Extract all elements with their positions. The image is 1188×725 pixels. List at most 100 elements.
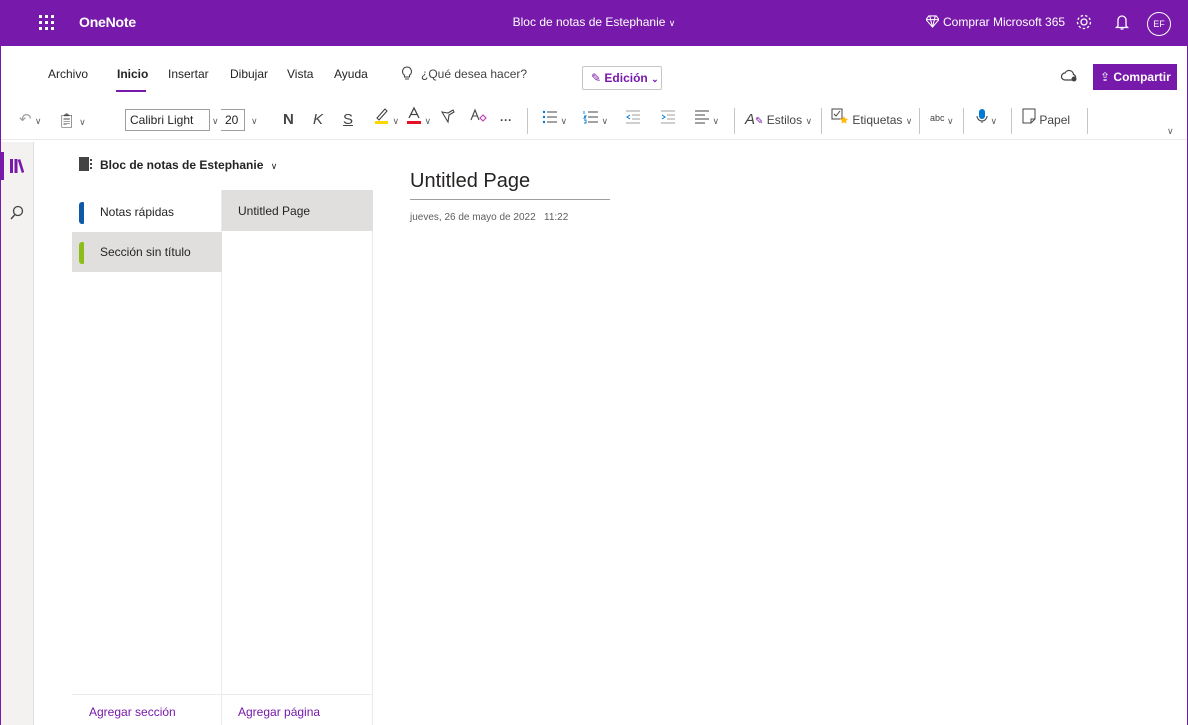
- spelling-button[interactable]: abc ∨: [930, 106, 954, 134]
- menu-dibujar[interactable]: Dibujar: [230, 67, 268, 81]
- notebook-icon: [79, 157, 92, 171]
- chevron-down-icon: ∨: [944, 116, 954, 126]
- notebook-header-dropdown[interactable]: Bloc de notas de Estephanie ∨: [79, 157, 277, 172]
- font-size-dropdown[interactable]: ∨: [251, 106, 258, 134]
- tell-me-placeholder: ¿Qué desea hacer?: [421, 67, 528, 81]
- paragraph-alignment-button[interactable]: ∨: [694, 106, 719, 134]
- format-painter-icon: [440, 109, 455, 124]
- chevron-down-icon: ∨: [270, 161, 278, 171]
- chevron-down-icon: ∨: [805, 116, 813, 126]
- ribbon-separator: [821, 108, 822, 134]
- ribbon-expand-button[interactable]: ∨: [1167, 116, 1174, 144]
- page-title[interactable]: Untitled Page: [410, 170, 530, 193]
- decrease-indent-icon: [626, 110, 640, 124]
- page-timestamp: jueves, 26 de mayo de 2022 11:22: [410, 212, 568, 223]
- buy-microsoft-365-link[interactable]: Comprar Microsoft 365: [925, 15, 1066, 29]
- tell-me-search[interactable]: ¿Qué desea hacer?: [401, 66, 527, 81]
- add-section-button[interactable]: Agregar sección: [89, 705, 176, 719]
- page-time: 11:22: [544, 212, 569, 223]
- numbered-list-icon: [582, 111, 598, 124]
- chevron-down-icon: ∨: [905, 116, 913, 126]
- ribbon-toolbar: ↶ ∨ 📋︎ ∨ Calibri Light ∨ 20 ∨ N K S ∨ ∨ …: [1, 102, 1187, 140]
- chevron-down-icon: ∨: [422, 116, 432, 126]
- sync-cloud-icon[interactable]: [1061, 68, 1079, 84]
- undo-icon: ↶: [19, 111, 32, 128]
- menu-inicio[interactable]: Inicio: [117, 67, 148, 81]
- menu-insertar[interactable]: Insertar: [168, 67, 209, 81]
- bold-button[interactable]: N: [283, 106, 294, 134]
- format-painter-button[interactable]: [440, 106, 456, 134]
- notebook-title-dropdown[interactable]: Bloc de notas de Estephanie ∨: [513, 15, 676, 29]
- styles-pen-icon: ✎: [755, 116, 764, 127]
- ribbon-separator: [919, 108, 920, 134]
- title-bar: OneNote Bloc de notas de Estephanie ∨ Co…: [1, 0, 1187, 46]
- tags-label: Etiquetas: [852, 113, 903, 127]
- italic-button[interactable]: K: [313, 106, 323, 134]
- section-label: Notas rápidas: [100, 205, 175, 219]
- highlighter-icon: [375, 108, 388, 124]
- paste-button[interactable]: 📋︎ ∨: [58, 106, 86, 134]
- search-icon[interactable]: [10, 205, 24, 221]
- menu-ayuda[interactable]: Ayuda: [334, 67, 368, 81]
- section-color-tab: [79, 242, 84, 264]
- decrease-indent-button[interactable]: [625, 106, 641, 134]
- underline-button[interactable]: S: [343, 106, 353, 134]
- section-notas-rapidas[interactable]: Notas rápidas: [72, 192, 222, 232]
- menu-vista[interactable]: Vista: [287, 67, 313, 81]
- chevron-down-icon: ∨: [251, 116, 258, 126]
- styles-label: Estilos: [766, 113, 803, 127]
- page-item-untitled[interactable]: Untitled Page: [222, 190, 373, 231]
- add-page-button[interactable]: Agregar página: [238, 705, 320, 719]
- increase-indent-button[interactable]: [660, 106, 676, 134]
- notebook-name: Bloc de notas de Estephanie: [100, 158, 264, 172]
- footer-divider: [72, 694, 373, 695]
- notebooks-icon[interactable]: [10, 158, 24, 174]
- share-button[interactable]: ⇪ Compartir: [1093, 64, 1177, 90]
- onenote-window: OneNote Bloc de notas de Estephanie ∨ Co…: [0, 0, 1188, 725]
- align-left-icon: [695, 110, 709, 124]
- navigation-rail: [1, 142, 34, 725]
- chevron-down-icon: ∨: [79, 117, 86, 127]
- share-label: Compartir: [1113, 70, 1171, 84]
- bullets-button[interactable]: ∨: [542, 106, 567, 134]
- font-name-select[interactable]: Calibri Light: [125, 109, 210, 131]
- settings-gear-icon[interactable]: [1075, 13, 1093, 31]
- section-seccion-sin-titulo[interactable]: Sección sin título: [72, 232, 222, 272]
- notification-bell-icon[interactable]: [1114, 13, 1130, 31]
- pencil-icon: ✎: [591, 71, 602, 85]
- chevron-down-icon: ∨: [212, 116, 219, 126]
- edit-mode-dropdown[interactable]: ✎ Edición ⌄: [582, 66, 662, 90]
- page-date: jueves, 26 de mayo de 2022: [410, 212, 536, 223]
- font-color-icon: [407, 106, 421, 124]
- increase-indent-icon: [661, 110, 675, 124]
- font-size-select[interactable]: 20: [221, 109, 245, 131]
- paper-icon: [1022, 108, 1036, 124]
- ribbon-separator: [527, 108, 528, 134]
- chevron-down-icon: ∨: [1167, 126, 1174, 136]
- avatar[interactable]: EF: [1147, 12, 1171, 36]
- paper-style-button[interactable]: Papel: [1022, 106, 1070, 134]
- menu-archivo[interactable]: Archivo: [48, 67, 88, 81]
- section-label: Sección sin título: [100, 245, 191, 259]
- tags-button[interactable]: Etiquetas ∨: [831, 106, 912, 134]
- clear-format-icon: [470, 108, 487, 122]
- undo-button[interactable]: ↶ ∨: [19, 106, 42, 134]
- highlight-button[interactable]: ∨: [374, 106, 399, 134]
- microphone-icon: [976, 109, 988, 123]
- buy-label: Comprar Microsoft 365: [943, 15, 1066, 29]
- font-color-button[interactable]: ∨: [406, 106, 431, 134]
- more-options-button[interactable]: ···: [500, 106, 512, 134]
- share-icon: ⇪: [1100, 70, 1111, 84]
- dictate-button[interactable]: ∨: [976, 106, 997, 134]
- chevron-down-icon: ∨: [599, 116, 609, 126]
- ribbon-separator: [1011, 108, 1012, 134]
- paper-label: Papel: [1039, 113, 1071, 127]
- page-title-underline: [410, 199, 610, 200]
- clear-formatting-button[interactable]: [469, 106, 487, 134]
- font-name-dropdown[interactable]: ∨: [212, 106, 219, 134]
- styles-button[interactable]: A✎ Estilos ∨: [745, 106, 812, 134]
- chevron-down-icon: ∨: [710, 116, 720, 126]
- pages-pane: Untitled Page: [222, 190, 373, 725]
- numbering-button[interactable]: ∨: [582, 106, 609, 134]
- edit-mode-label: Edición: [604, 71, 648, 85]
